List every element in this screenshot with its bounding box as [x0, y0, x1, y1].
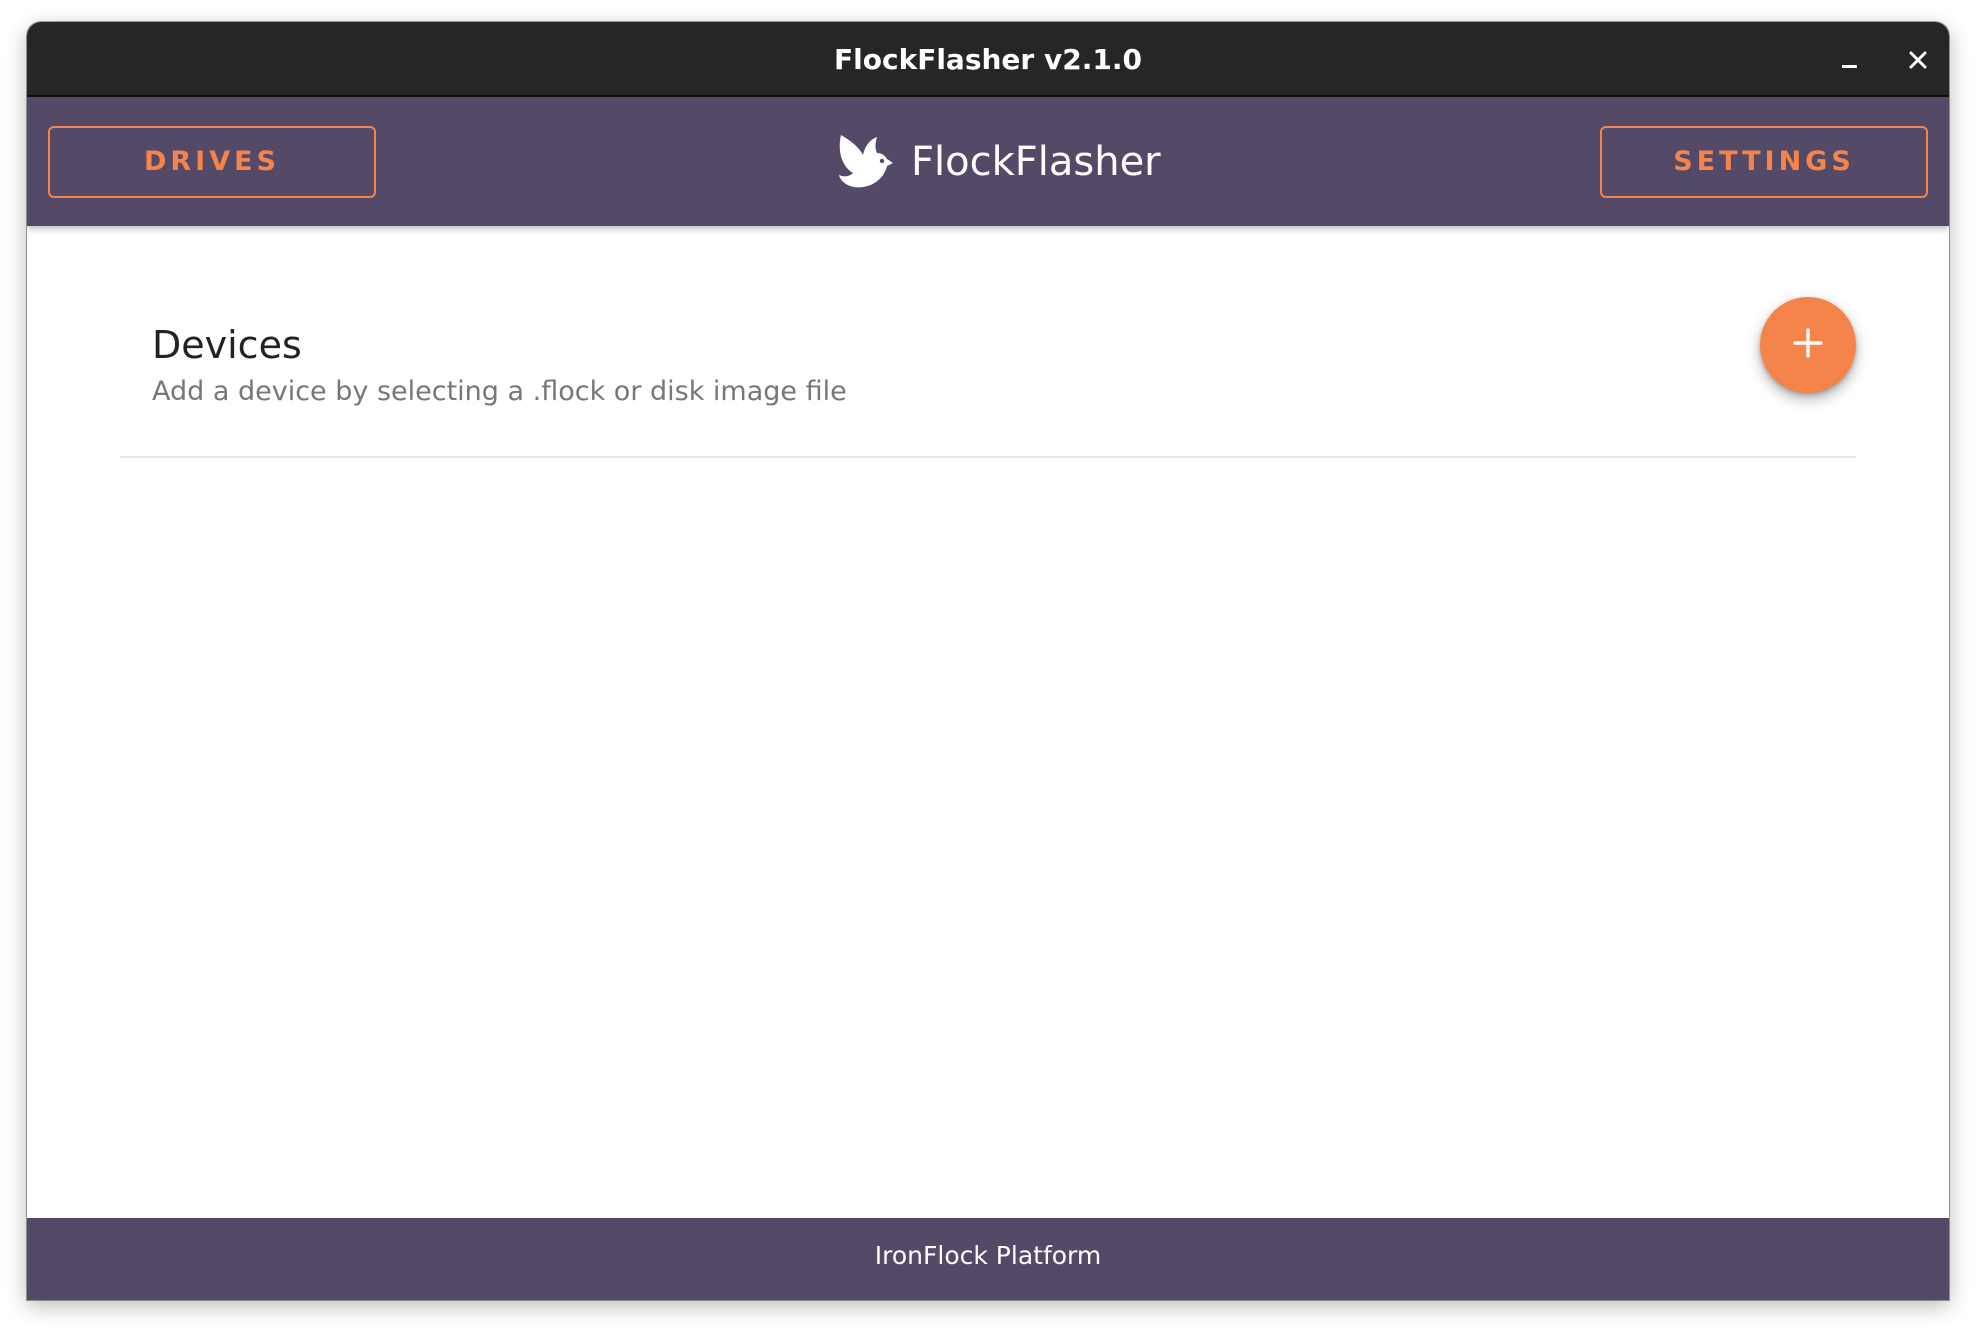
main-content: Devices Add a device by selecting a .flo…	[27, 226, 1949, 1218]
bird-logo-icon	[833, 131, 895, 193]
window-titlebar: FlockFlasher v2.1.0	[27, 22, 1949, 97]
brand: FlockFlasher	[833, 127, 1161, 197]
app-window: FlockFlasher v2.1.0 DRIVES FlockFlasher …	[27, 22, 1949, 1300]
minimize-icon	[1840, 50, 1860, 70]
add-device-button[interactable]	[1760, 297, 1856, 393]
plus-icon	[1791, 326, 1825, 365]
settings-button[interactable]: SETTINGS	[1600, 126, 1928, 198]
devices-section-subtitle: Add a device by selecting a .flock or di…	[152, 376, 847, 407]
drives-button[interactable]: DRIVES	[48, 126, 376, 198]
close-button[interactable]	[1898, 40, 1938, 80]
devices-section-title: Devices	[152, 323, 302, 367]
minimize-button[interactable]	[1830, 40, 1870, 80]
app-name: FlockFlasher	[911, 139, 1161, 185]
app-header: DRIVES FlockFlasher SETTINGS	[27, 97, 1949, 226]
section-divider	[120, 456, 1856, 458]
window-title: FlockFlasher v2.1.0	[834, 43, 1142, 76]
app-footer: IronFlock Platform	[27, 1218, 1949, 1300]
footer-text: IronFlock Platform	[874, 1241, 1102, 1270]
close-icon	[1908, 50, 1928, 70]
